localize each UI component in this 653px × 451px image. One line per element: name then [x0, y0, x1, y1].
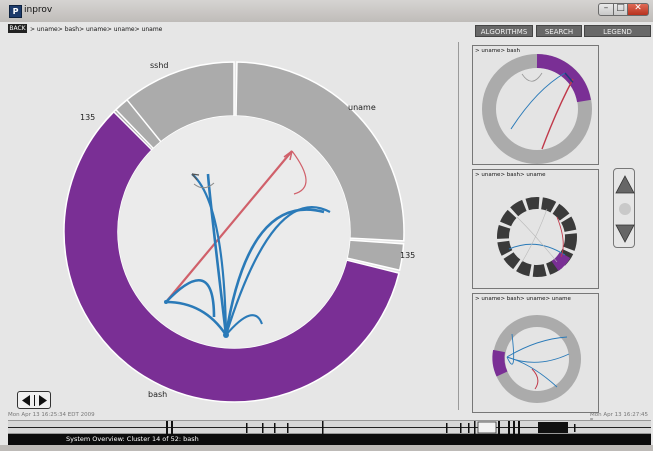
- edge-gray: [516, 216, 558, 263]
- segment-label-bash: bash: [148, 390, 167, 399]
- close-button[interactable]: ✕: [627, 3, 649, 16]
- maximize-button[interactable]: □: [613, 3, 628, 16]
- highlight-segment: [492, 349, 508, 377]
- edge-red: [531, 368, 539, 390]
- search-button[interactable]: SEARCH: [536, 25, 582, 37]
- highlight-segment: [536, 54, 591, 103]
- edge-node: [164, 300, 168, 304]
- thumbnail-3[interactable]: > uname> bash> uname> uname: [472, 293, 599, 413]
- algorithms-button[interactable]: ALGORITHMS: [475, 25, 533, 37]
- title-bar: P inprov – □ ✕: [0, 0, 653, 22]
- timeline-window-handle[interactable]: [477, 421, 497, 434]
- edge-gray: [521, 72, 543, 82]
- close-icon: ✕: [634, 3, 642, 13]
- playback-control: [17, 391, 51, 409]
- segment-label-sshd: sshd: [150, 61, 168, 70]
- edge-blue: [508, 243, 566, 256]
- window-title: inprov: [24, 5, 53, 15]
- segment-label-uname: uname: [348, 103, 376, 112]
- segment-label-135-right: 135: [400, 251, 415, 260]
- timeline-start-time: Mon Apr 13 16:25:34 EDT 2009: [8, 412, 95, 418]
- edge-blue: [510, 72, 566, 130]
- minimize-button[interactable]: –: [598, 3, 614, 16]
- thumbnail-nav: [613, 168, 635, 248]
- minimize-icon: –: [603, 3, 609, 13]
- timeline[interactable]: [8, 420, 651, 434]
- edge-node: [223, 332, 229, 338]
- triangle-left-icon[interactable]: [22, 395, 30, 406]
- back-button[interactable]: BACK: [8, 24, 27, 33]
- panel-divider: [458, 42, 459, 410]
- breadcrumb: > uname> bash> uname> uname> uname: [30, 26, 163, 33]
- status-bar: System Overview: Cluster 14 of 52: bash: [8, 434, 651, 445]
- thumbnail-2[interactable]: > uname> bash> uname: [472, 169, 599, 289]
- down-arrow-icon[interactable]: [615, 224, 635, 243]
- highlight-segment: [551, 251, 571, 271]
- segment-label-135-left: 135: [80, 113, 95, 122]
- thumbnail-1[interactable]: > uname> bash: [472, 45, 599, 165]
- edge-blue: [506, 353, 570, 363]
- up-arrow-icon[interactable]: [615, 175, 635, 194]
- app-icon: P: [9, 5, 22, 18]
- maximize-icon: □: [616, 3, 625, 13]
- legend-button[interactable]: LEGEND: [584, 25, 651, 37]
- status-text: System Overview: Cluster 14 of 52: bash: [66, 435, 199, 443]
- triangle-right-icon[interactable]: [39, 395, 47, 406]
- bottom-strip: [0, 445, 653, 451]
- chord-diagram[interactable]: sshd uname 135 bash 135: [8, 36, 453, 412]
- app-window: P inprov – □ ✕ BACK > uname> bash> uname…: [0, 0, 653, 451]
- circle-icon[interactable]: [619, 203, 631, 215]
- edge-blue: [506, 336, 568, 358]
